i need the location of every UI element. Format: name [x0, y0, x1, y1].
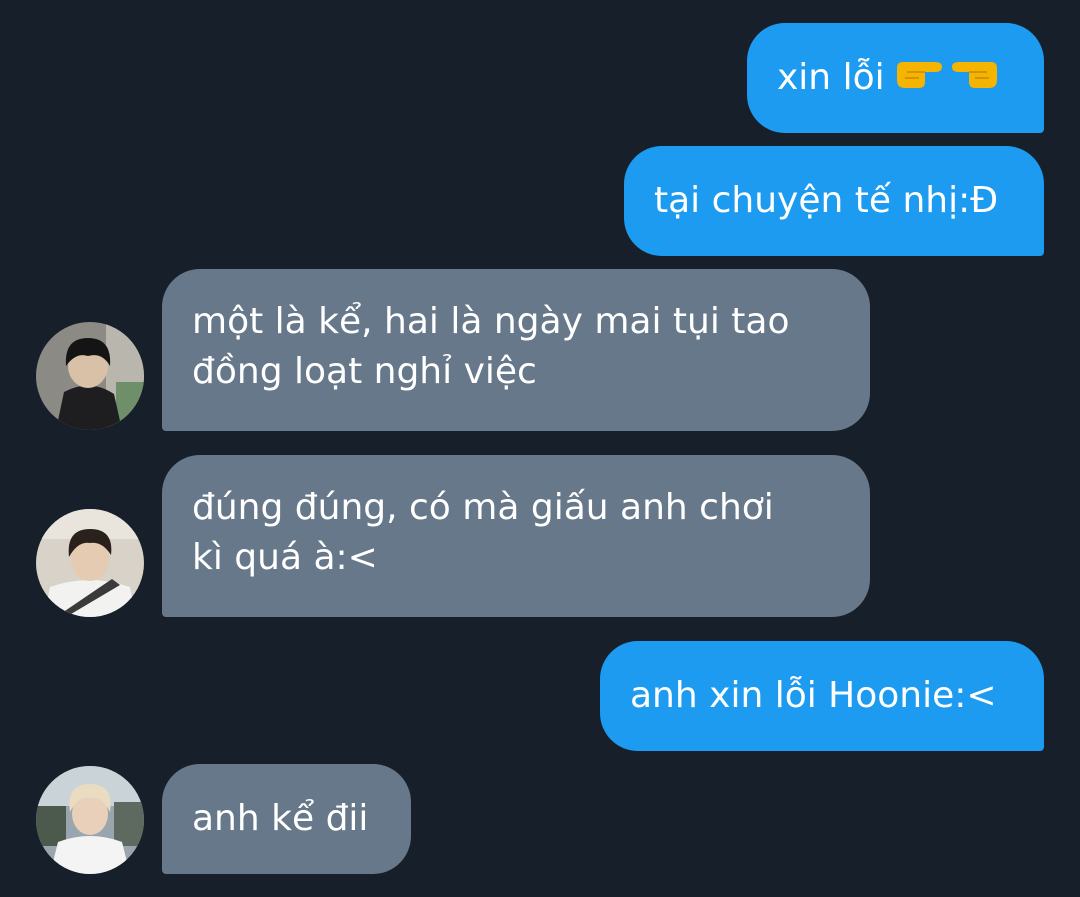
pointing-right-hand-icon — [895, 54, 945, 104]
message-text: anh kể đii — [192, 798, 369, 839]
message-text-line: đúng đúng, có mà giấu anh chơi — [192, 487, 774, 528]
message-text: anh xin lỗi Hoonie:< — [630, 675, 997, 716]
avatar-blonde-hair-icon — [36, 766, 144, 874]
message-text: tại chuyện tế nhị:Đ — [654, 180, 999, 221]
message-bubble-sent[interactable]: anh xin lỗi Hoonie:< — [600, 641, 1044, 751]
message-bubble-sent[interactable]: tại chuyện tế nhị:Đ — [624, 146, 1044, 256]
avatar-dark-hair-jacket-icon — [36, 322, 144, 430]
message-text-line: đồng loạt nghỉ việc — [192, 351, 537, 392]
avatar[interactable] — [36, 766, 144, 874]
message-text: xin lỗi — [777, 57, 885, 98]
message-bubble-sent[interactable]: xin lỗi — [747, 23, 1044, 133]
avatar[interactable] — [36, 322, 144, 430]
avatar-seatbelt-selfie-icon — [36, 509, 144, 617]
message-bubble-received[interactable]: một là kể, hai là ngày mai tụi tao đồng … — [162, 269, 870, 431]
message-bubble-received[interactable]: anh kể đii — [162, 764, 411, 874]
message-bubble-received[interactable]: đúng đúng, có mà giấu anh chơi kì quá à:… — [162, 455, 870, 617]
avatar[interactable] — [36, 509, 144, 617]
message-text-line: một là kể, hai là ngày mai tụi tao — [192, 301, 790, 342]
pointing-left-hand-icon — [949, 54, 999, 104]
message-text-line: kì quá à:< — [192, 537, 378, 578]
